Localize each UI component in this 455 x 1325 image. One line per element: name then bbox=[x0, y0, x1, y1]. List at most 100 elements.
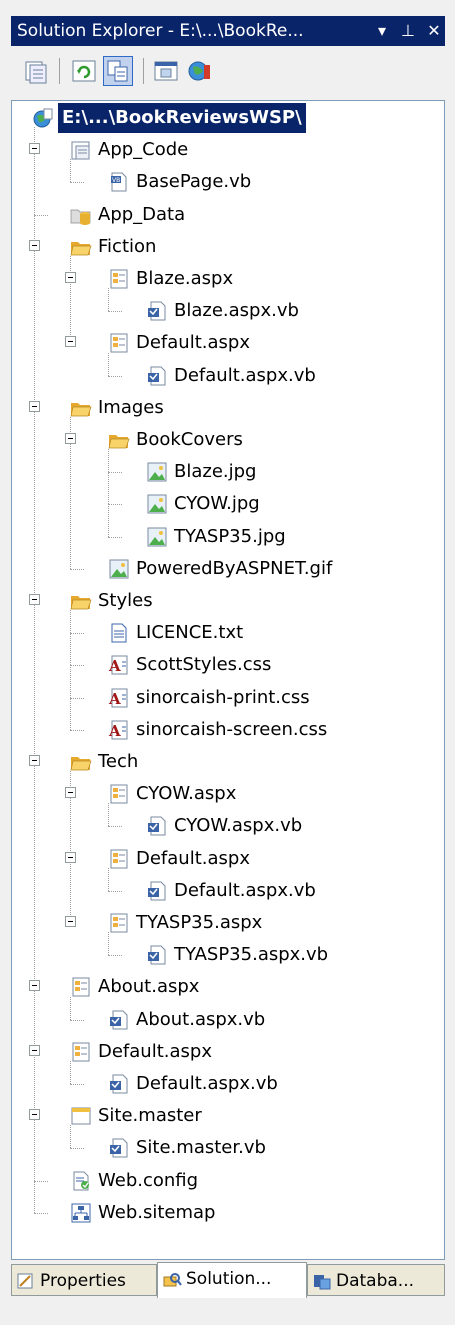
tree-item[interactable]: Default.aspx bbox=[12, 328, 442, 358]
tree-item[interactable]: Fiction bbox=[12, 232, 442, 262]
tree-item[interactable]: TYASP35.aspx bbox=[12, 908, 442, 938]
view-designer-icon[interactable] bbox=[151, 56, 181, 86]
svg-text:A: A bbox=[108, 722, 121, 740]
tree-item[interactable]: TYASP35.jpg bbox=[12, 522, 442, 552]
tab-solution-explorer[interactable]: Solution... bbox=[157, 1262, 307, 1298]
collapse-toggle-icon[interactable] bbox=[65, 336, 76, 348]
tree-item[interactable]: Default.aspx.vb bbox=[12, 361, 442, 391]
tree-item[interactable]: Default.aspx.vb bbox=[12, 876, 442, 906]
window-title: Solution Explorer - E:\...\BookRe... bbox=[17, 21, 304, 41]
refresh-icon[interactable] bbox=[69, 56, 99, 86]
tab-properties[interactable]: Properties bbox=[11, 1264, 157, 1296]
tree-item-label: LICENCE.txt bbox=[136, 622, 244, 644]
tree-item[interactable]: Default.aspx.vb bbox=[12, 1069, 442, 1099]
tree-item[interactable]: Images bbox=[12, 393, 442, 423]
tool-window-tabs: Properties Solution... Databa... bbox=[11, 1262, 445, 1302]
tree-item-label: sinorcaish-screen.css bbox=[136, 718, 328, 740]
aspx-file-icon bbox=[108, 268, 130, 290]
collapse-toggle-icon[interactable] bbox=[29, 143, 40, 155]
collapse-toggle-icon[interactable] bbox=[65, 787, 76, 799]
collapse-toggle-icon[interactable] bbox=[29, 1109, 40, 1121]
tab-label: Properties bbox=[40, 1271, 126, 1291]
tree-item-label: Default.aspx.vb bbox=[174, 879, 316, 901]
collapse-toggle-icon[interactable] bbox=[29, 755, 40, 766]
svg-text:A: A bbox=[108, 657, 121, 675]
tree-item[interactable]: About.aspx.vb bbox=[12, 1005, 442, 1035]
tree-item[interactable]: Site.master bbox=[12, 1101, 442, 1131]
tree-item[interactable]: Default.aspx bbox=[12, 844, 442, 874]
close-icon[interactable]: ✕ bbox=[427, 16, 441, 46]
collapse-toggle-icon[interactable] bbox=[29, 1044, 40, 1056]
folder-open-icon bbox=[70, 590, 92, 612]
codebehind-icon bbox=[146, 815, 168, 837]
tree-item[interactable]: A ScottStyles.css bbox=[12, 650, 442, 680]
tree-item-label: CYOW.aspx bbox=[136, 783, 237, 805]
svg-text:VB: VB bbox=[112, 177, 120, 184]
tree-item[interactable]: Default.aspx bbox=[12, 1037, 442, 1067]
tree-item[interactable]: Web.config bbox=[12, 1166, 442, 1196]
folder-open-icon bbox=[108, 429, 130, 451]
image-file-icon bbox=[108, 558, 130, 580]
master-file-icon bbox=[70, 1105, 92, 1127]
tree-item-label: CYOW.aspx.vb bbox=[174, 815, 303, 837]
tree-item[interactable]: CYOW.jpg bbox=[12, 489, 442, 519]
collapse-toggle-icon[interactable] bbox=[29, 980, 40, 992]
tree-item[interactable]: App_Code bbox=[12, 135, 442, 165]
aspx-file-icon bbox=[108, 783, 130, 805]
codebehind-icon bbox=[108, 1073, 130, 1095]
tree-item-label: ScottStyles.css bbox=[136, 654, 272, 676]
tree-item-label: Default.aspx bbox=[136, 847, 250, 869]
nest-related-files-icon[interactable] bbox=[103, 56, 133, 86]
codebehind-icon bbox=[146, 365, 168, 387]
tree-item-label: Site.master.vb bbox=[136, 1137, 266, 1159]
collapse-toggle-icon[interactable] bbox=[65, 851, 76, 863]
auto-hide-pin-icon[interactable]: ⊥ bbox=[401, 16, 415, 46]
tree-item-label: TYASP35.jpg bbox=[174, 525, 286, 547]
collapse-toggle-icon[interactable] bbox=[29, 594, 40, 605]
collapse-toggle-icon[interactable] bbox=[65, 433, 76, 444]
properties-icon[interactable] bbox=[21, 56, 51, 86]
tree-item[interactable]: VB BasePage.vb bbox=[12, 167, 442, 197]
tree-item[interactable]: Tech bbox=[12, 747, 442, 777]
tree-item-label: App_Code bbox=[98, 139, 189, 161]
tree-item[interactable]: Asinorcaish-print.css bbox=[12, 683, 442, 713]
tree-item[interactable]: Web.sitemap bbox=[12, 1198, 442, 1228]
tree-item[interactable]: BookCovers bbox=[12, 425, 442, 455]
tree-root-project[interactable]: E:\...\BookReviewsWSP\ bbox=[12, 103, 442, 133]
folder-open-icon bbox=[70, 397, 92, 419]
tree-item-label: Site.master bbox=[98, 1105, 202, 1127]
tree-item[interactable]: CYOW.aspx bbox=[12, 779, 442, 809]
aspx-file-icon bbox=[108, 332, 130, 354]
tab-database-explorer[interactable]: Databa... bbox=[307, 1264, 445, 1296]
image-file-icon bbox=[146, 526, 168, 548]
tree-item-label: BasePage.vb bbox=[136, 171, 252, 193]
aspx-file-icon bbox=[108, 912, 130, 934]
copy-website-icon[interactable] bbox=[186, 56, 216, 86]
image-file-icon bbox=[146, 461, 168, 483]
tree-item[interactable]: App_Data bbox=[12, 200, 442, 230]
window-position-dropdown-icon[interactable]: ▾ bbox=[375, 16, 389, 46]
tree-item-label: CYOW.jpg bbox=[174, 493, 260, 515]
tree-item-label: Images bbox=[98, 396, 164, 418]
tree-item[interactable]: Blaze.jpg bbox=[12, 457, 442, 487]
collapse-toggle-icon[interactable] bbox=[29, 400, 40, 412]
tree-item[interactable]: Site.master.vb bbox=[12, 1133, 442, 1163]
svg-text:A: A bbox=[108, 690, 121, 708]
solution-tree[interactable]: E:\...\BookReviewsWSP\ App_Code VB BasePage… bbox=[11, 100, 445, 1260]
tree-item[interactable]: Blaze.aspx.vb bbox=[12, 296, 442, 326]
collapse-toggle-icon[interactable] bbox=[29, 239, 40, 251]
tree-item[interactable]: Asinorcaish-screen.css bbox=[12, 715, 442, 745]
window-title-bar[interactable]: Solution Explorer - E:\...\BookRe... ▾ ⊥… bbox=[11, 16, 445, 46]
collapse-toggle-icon[interactable] bbox=[65, 916, 76, 927]
tree-item[interactable]: PoweredByASPNET.gif bbox=[12, 554, 442, 584]
database-explorer-tab-icon bbox=[314, 1275, 331, 1290]
folder-open-icon bbox=[70, 751, 92, 773]
tree-item[interactable]: Blaze.aspx bbox=[12, 264, 442, 294]
collapse-toggle-icon[interactable] bbox=[65, 272, 76, 283]
tree-item[interactable]: Styles bbox=[12, 586, 442, 616]
tree-item[interactable]: TYASP35.aspx.vb bbox=[12, 940, 442, 970]
solution-explorer-toolbar bbox=[11, 48, 445, 100]
tree-item[interactable]: LICENCE.txt bbox=[12, 618, 442, 648]
tree-item[interactable]: CYOW.aspx.vb bbox=[12, 811, 442, 841]
tree-item[interactable]: About.aspx bbox=[12, 972, 442, 1002]
